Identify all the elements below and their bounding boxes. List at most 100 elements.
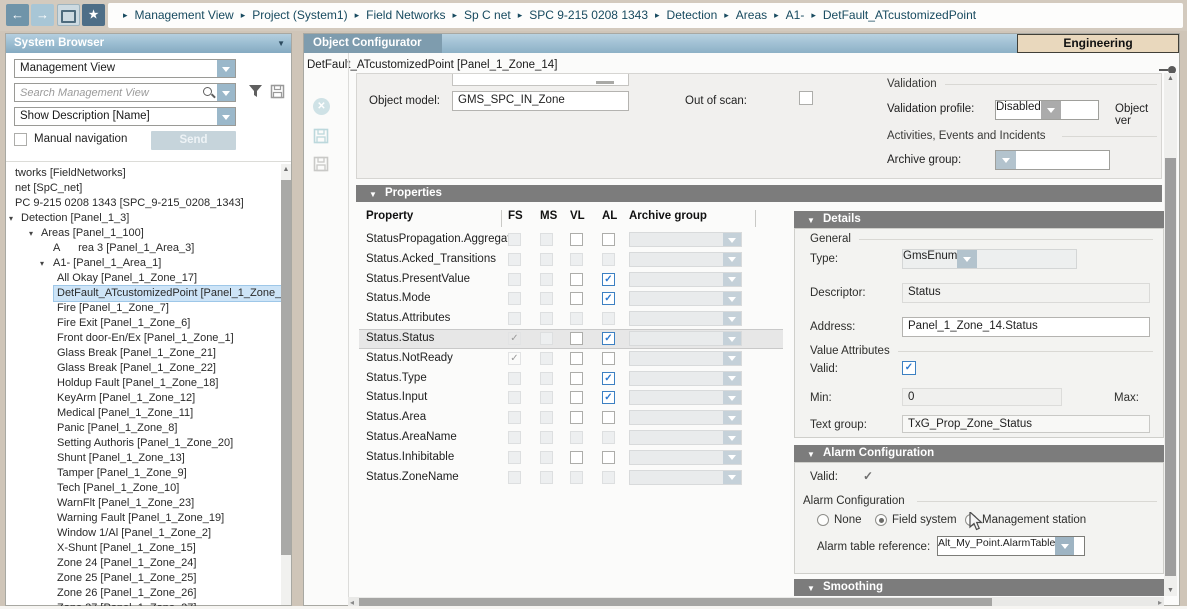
- ms-checkbox[interactable]: [540, 332, 553, 345]
- search-icon[interactable]: [201, 84, 217, 101]
- al-checkbox[interactable]: [602, 233, 615, 246]
- tree-item[interactable]: Front door-En/Ex [Panel_1_Zone_1]: [7, 331, 281, 346]
- chevron-down-icon[interactable]: [723, 233, 741, 246]
- property-row[interactable]: Status.Mode: [359, 289, 783, 309]
- al-checkbox[interactable]: [602, 292, 615, 305]
- tree-expander-icon[interactable]: ▾: [40, 256, 44, 271]
- fs-checkbox[interactable]: [508, 451, 521, 464]
- ms-checkbox[interactable]: [540, 352, 553, 365]
- save-icon[interactable]: [313, 128, 330, 145]
- tree-item[interactable]: Tech [Panel_1_Zone_10]: [7, 481, 281, 496]
- chevron-down-icon[interactable]: [723, 332, 741, 345]
- al-checkbox[interactable]: [602, 352, 615, 365]
- ms-checkbox[interactable]: [540, 431, 553, 444]
- fs-checkbox[interactable]: [508, 372, 521, 385]
- tree-expander-icon[interactable]: ▾: [29, 226, 33, 241]
- vl-checkbox[interactable]: [570, 431, 583, 444]
- tree-item[interactable]: Shunt [Panel_1_Zone_13]: [7, 451, 281, 466]
- chevron-down-icon[interactable]: [723, 253, 741, 266]
- radio-none-label[interactable]: None: [834, 514, 862, 526]
- chevron-down-icon[interactable]: [723, 411, 741, 424]
- tree-item[interactable]: All Okay [Panel_1_Zone_17]: [7, 271, 281, 286]
- property-row[interactable]: Status.NotReady: [359, 349, 783, 369]
- tab-object-configurator[interactable]: Object Configurator: [304, 34, 442, 53]
- tree-item[interactable]: Tamper [Panel_1_Zone_9]: [7, 466, 281, 481]
- ms-checkbox[interactable]: [540, 411, 553, 424]
- breadcrumb-item[interactable]: Sp C net: [464, 8, 511, 22]
- chevron-down-icon[interactable]: [723, 292, 741, 305]
- archive-group-combo[interactable]: [629, 311, 742, 326]
- al-checkbox[interactable]: [602, 372, 615, 385]
- radio-none[interactable]: [817, 514, 829, 526]
- al-checkbox[interactable]: [602, 273, 615, 286]
- tree-item[interactable]: ▾A1- [Panel_1_Area_1]: [7, 256, 281, 271]
- alarm-section-header[interactable]: ▼ Alarm Configuration: [794, 445, 1164, 462]
- tree-item[interactable]: ▾Areas [Panel_1_100]: [7, 226, 281, 241]
- alarm-table-reference-combo[interactable]: Alt_My_Point.AlarmTable: [937, 536, 1085, 556]
- chevron-down-icon[interactable]: [723, 312, 741, 325]
- view-selector[interactable]: Management View: [14, 59, 236, 78]
- tree-item[interactable]: tworks [FieldNetworks]: [7, 166, 281, 181]
- property-row[interactable]: Status.ZoneName: [359, 468, 783, 488]
- ms-checkbox[interactable]: [540, 292, 553, 305]
- ms-checkbox[interactable]: [540, 391, 553, 404]
- archive-group-combo[interactable]: [629, 291, 742, 306]
- vl-checkbox[interactable]: [570, 471, 583, 484]
- fs-checkbox[interactable]: [508, 391, 521, 404]
- filter-icon[interactable]: [248, 84, 264, 99]
- breadcrumb-item[interactable]: A1-: [786, 8, 805, 22]
- radio-field-system[interactable]: [875, 514, 887, 526]
- tree-item[interactable]: Zone 26 [Panel_1_Zone_26]: [7, 586, 281, 601]
- property-row[interactable]: Status.PresentValue: [359, 270, 783, 290]
- archive-group-combo[interactable]: [629, 371, 742, 386]
- property-row[interactable]: Status.Inhibitable: [359, 448, 783, 468]
- tree-item[interactable]: Setting Authoris [Panel_1_Zone_20]: [7, 436, 281, 451]
- tree-item[interactable]: Holdup Fault [Panel_1_Zone_18]: [7, 376, 281, 391]
- text-group-field[interactable]: TxG_Prop_Zone_Status: [902, 415, 1150, 433]
- property-row[interactable]: Status.Attributes: [359, 309, 783, 329]
- radio-management-station-label[interactable]: Management station: [982, 514, 1086, 526]
- al-checkbox[interactable]: [602, 312, 615, 325]
- vl-checkbox[interactable]: [570, 451, 583, 464]
- panel-menu-icon[interactable]: ▼: [277, 39, 285, 48]
- fs-checkbox[interactable]: [508, 312, 521, 325]
- vl-checkbox[interactable]: [570, 411, 583, 424]
- tree-item[interactable]: DetFault_ATcustomizedPoint [Panel_1_Zone…: [7, 286, 281, 301]
- property-row[interactable]: Status.AreaName: [359, 428, 783, 448]
- save-as-icon[interactable]: [313, 156, 330, 173]
- tree-item[interactable]: Panic [Panel_1_Zone_8]: [7, 421, 281, 436]
- property-row[interactable]: Status.Status: [359, 329, 783, 349]
- discard-changes-icon[interactable]: ✕: [313, 98, 330, 115]
- ms-checkbox[interactable]: [540, 451, 553, 464]
- chevron-down-icon[interactable]: [723, 431, 741, 444]
- fs-checkbox[interactable]: [508, 292, 521, 305]
- engineering-mode-button[interactable]: Engineering: [1017, 34, 1179, 53]
- vertical-scrollbar-thumb[interactable]: [1165, 158, 1176, 576]
- out-of-scan-checkbox[interactable]: [799, 91, 813, 105]
- ms-checkbox[interactable]: [540, 273, 553, 286]
- fs-checkbox[interactable]: [508, 471, 521, 484]
- scroll-up-icon[interactable]: ▲: [281, 166, 291, 173]
- window-view-button[interactable]: [57, 4, 80, 26]
- type-combo[interactable]: GmsEnum: [902, 249, 1077, 269]
- tree-item[interactable]: Window 1/Al [Panel_1_Zone_2]: [7, 526, 281, 541]
- scroll-up-icon[interactable]: ▲: [1164, 75, 1177, 82]
- save-filter-icon[interactable]: [270, 84, 285, 99]
- chevron-down-icon[interactable]: [217, 60, 235, 77]
- vl-checkbox[interactable]: [570, 292, 583, 305]
- fs-checkbox[interactable]: [508, 352, 521, 365]
- breadcrumb-item[interactable]: Areas: [736, 8, 767, 22]
- chevron-down-icon[interactable]: [217, 84, 235, 101]
- archive-group-combo[interactable]: [629, 450, 742, 465]
- archive-group-combo[interactable]: [629, 351, 742, 366]
- archive-group-combo[interactable]: [629, 470, 742, 485]
- vl-checkbox[interactable]: [570, 233, 583, 246]
- chevron-down-icon[interactable]: [723, 391, 741, 404]
- archive-group-combo[interactable]: [629, 390, 742, 405]
- archive-group-combo[interactable]: [629, 430, 742, 445]
- archive-group-combo[interactable]: [629, 272, 742, 287]
- alarm-valid-check-icon[interactable]: [863, 469, 873, 483]
- tree-scrollbar-thumb[interactable]: [281, 180, 291, 555]
- fs-checkbox[interactable]: [508, 332, 521, 345]
- al-checkbox[interactable]: [602, 332, 615, 345]
